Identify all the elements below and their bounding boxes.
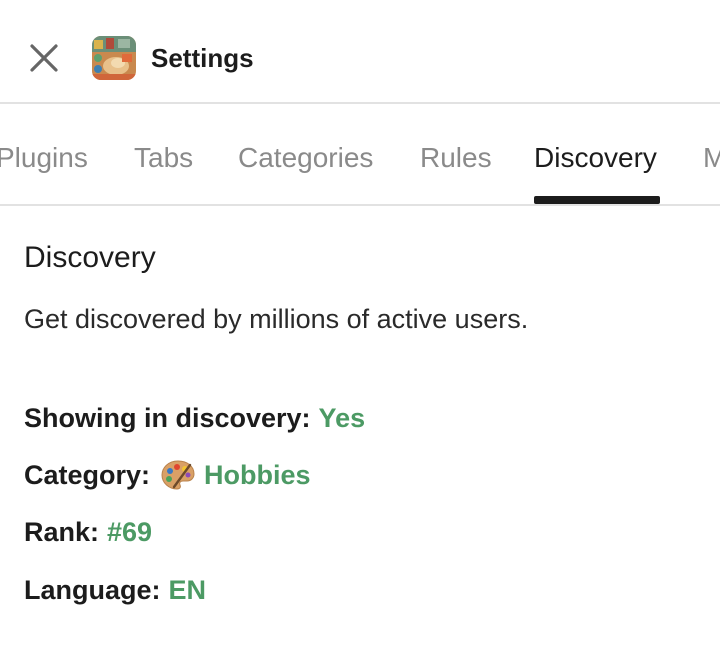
language-label: Language:: [24, 575, 161, 605]
language-row: Language: EN: [24, 571, 206, 609]
tab-tabs[interactable]: Tabs: [134, 138, 193, 178]
page-title: Settings: [151, 43, 254, 73]
rank-row: Rank: #69: [24, 513, 152, 551]
palette-icon: [161, 460, 195, 490]
tab-rules[interactable]: Rules: [420, 138, 492, 178]
rank-value: #69: [107, 517, 153, 547]
category-value: Hobbies: [204, 460, 311, 490]
category-label: Category:: [24, 460, 151, 490]
close-button[interactable]: [22, 36, 66, 80]
section-description: Get discovered by millions of active use…: [24, 304, 529, 334]
tab-bar: Plugins Tabs Categories Rules Discovery …: [0, 104, 720, 206]
tab-more[interactable]: M: [703, 138, 720, 178]
app-icon: [92, 36, 136, 80]
category-row: Category: Hobbies: [24, 456, 311, 494]
active-tab-indicator: [534, 196, 660, 204]
rank-label: Rank:: [24, 517, 100, 547]
tab-plugins[interactable]: Plugins: [0, 138, 88, 178]
tab-categories[interactable]: Categories: [238, 138, 373, 178]
showing-value: Yes: [318, 403, 366, 433]
section-title: Discovery: [24, 241, 156, 274]
close-icon: [30, 44, 58, 72]
showing-in-discovery-row: Showing in discovery: Yes: [24, 399, 365, 437]
language-value: EN: [168, 575, 207, 605]
top-bar: Settings: [0, 0, 720, 104]
tab-discovery[interactable]: Discovery: [534, 138, 657, 178]
showing-label: Showing in discovery:: [24, 403, 311, 433]
